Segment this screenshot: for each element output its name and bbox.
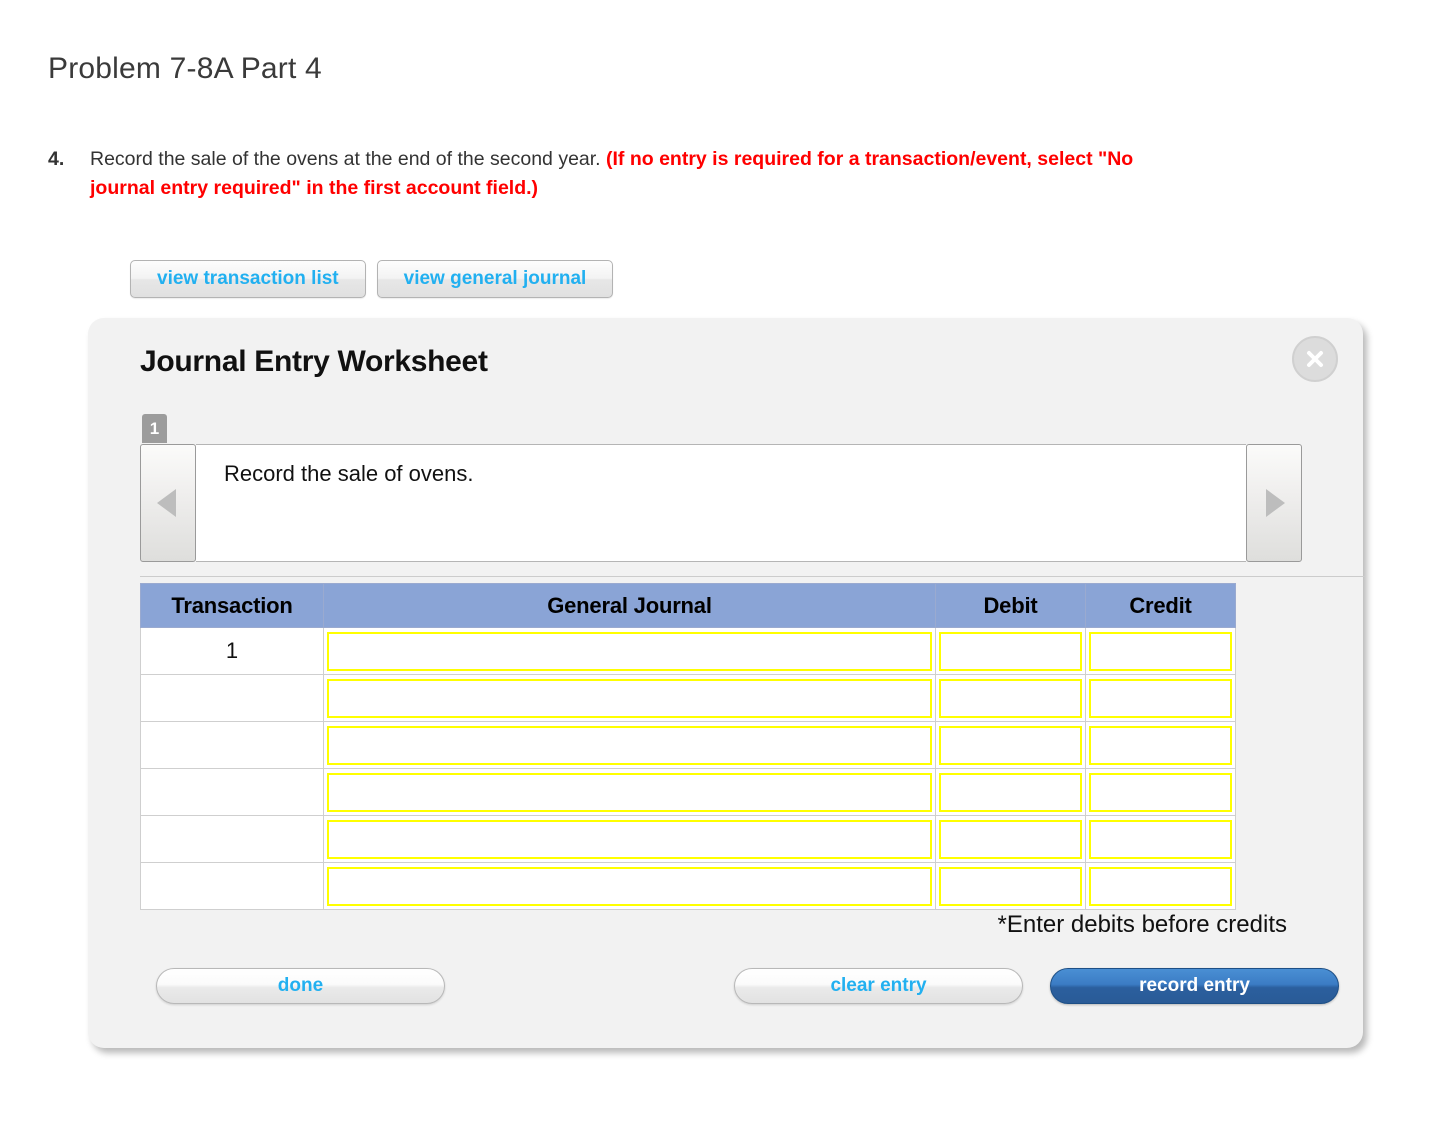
prompt-text: Record the sale of ovens. <box>196 444 1246 562</box>
view-transaction-list-button[interactable]: view transaction list <box>130 260 366 298</box>
cell-general-journal <box>323 627 936 675</box>
debit-input[interactable] <box>939 866 1082 906</box>
cell-debit <box>935 815 1086 863</box>
done-button[interactable]: done <box>156 968 445 1004</box>
debit-input[interactable] <box>939 772 1082 812</box>
cell-transaction <box>140 862 324 910</box>
worksheet-title: Journal Entry Worksheet <box>140 345 488 378</box>
page-root: Problem 7-8A Part 4 4. Record the sale o… <box>0 0 1444 1122</box>
question-number: 4. <box>48 148 65 170</box>
prompt-row: Record the sale of ovens. <box>140 444 1302 562</box>
general-journal-input[interactable] <box>327 678 932 718</box>
cell-transaction: 1 <box>140 627 324 675</box>
question-text: Record the sale of the ovens at the end … <box>90 148 601 170</box>
cell-general-journal <box>323 768 936 816</box>
general-journal-input[interactable] <box>327 772 932 812</box>
column-header-general-journal: General Journal <box>323 583 936 628</box>
question-body: Record the sale of the ovens at the end … <box>90 145 1168 203</box>
debit-input[interactable] <box>939 631 1082 671</box>
debits-before-credits-note: *Enter debits before credits <box>997 911 1288 938</box>
general-journal-input[interactable] <box>327 725 932 765</box>
cell-debit <box>935 627 1086 675</box>
cell-debit <box>935 674 1086 722</box>
table-body: 1 <box>140 627 1236 910</box>
question-block: 4. Record the sale of the ovens at the e… <box>48 145 1168 203</box>
cell-general-journal <box>323 721 936 769</box>
record-entry-button[interactable]: record entry <box>1050 968 1339 1004</box>
cell-transaction <box>140 674 324 722</box>
table-row <box>140 862 1236 910</box>
debit-input[interactable] <box>939 725 1082 765</box>
cell-credit <box>1085 627 1236 675</box>
table-header-row: Transaction General Journal Debit Credit <box>140 583 1236 628</box>
page-title: Problem 7-8A Part 4 <box>48 52 322 85</box>
journal-entry-table: Transaction General Journal Debit Credit… <box>140 583 1236 910</box>
cell-credit <box>1085 768 1236 816</box>
cell-general-journal <box>323 862 936 910</box>
cell-transaction <box>140 815 324 863</box>
credit-input[interactable] <box>1089 866 1232 906</box>
separator-line <box>140 576 1365 577</box>
cell-general-journal <box>323 674 936 722</box>
cell-debit <box>935 721 1086 769</box>
general-journal-input[interactable] <box>327 631 932 671</box>
cell-credit <box>1085 674 1236 722</box>
journal-entry-worksheet-panel: Journal Entry Worksheet 1 Record the sal… <box>88 318 1365 1048</box>
debit-input[interactable] <box>939 678 1082 718</box>
close-icon[interactable] <box>1292 336 1338 382</box>
general-journal-input[interactable] <box>327 819 932 859</box>
table-row <box>140 768 1236 816</box>
column-header-credit: Credit <box>1085 583 1236 628</box>
general-journal-input[interactable] <box>327 866 932 906</box>
table-row <box>140 721 1236 769</box>
cell-debit <box>935 862 1086 910</box>
cell-debit <box>935 768 1086 816</box>
table-row <box>140 815 1236 863</box>
cell-general-journal <box>323 815 936 863</box>
credit-input[interactable] <box>1089 725 1232 765</box>
step-badge-1[interactable]: 1 <box>142 414 167 443</box>
credit-input[interactable] <box>1089 772 1232 812</box>
credit-input[interactable] <box>1089 631 1232 671</box>
cell-credit <box>1085 721 1236 769</box>
cell-transaction <box>140 768 324 816</box>
view-general-journal-button[interactable]: view general journal <box>376 260 614 298</box>
column-header-debit: Debit <box>935 583 1086 628</box>
table-row: 1 <box>140 627 1236 675</box>
previous-arrow-icon[interactable] <box>140 444 196 562</box>
cell-transaction <box>140 721 324 769</box>
table-row <box>140 674 1236 722</box>
cell-credit <box>1085 862 1236 910</box>
cell-credit <box>1085 815 1236 863</box>
column-header-transaction: Transaction <box>140 583 324 628</box>
credit-input[interactable] <box>1089 819 1232 859</box>
view-buttons-group: view transaction list view general journ… <box>130 260 614 298</box>
credit-input[interactable] <box>1089 678 1232 718</box>
clear-entry-button[interactable]: clear entry <box>734 968 1023 1004</box>
debit-input[interactable] <box>939 819 1082 859</box>
next-arrow-icon[interactable] <box>1246 444 1302 562</box>
